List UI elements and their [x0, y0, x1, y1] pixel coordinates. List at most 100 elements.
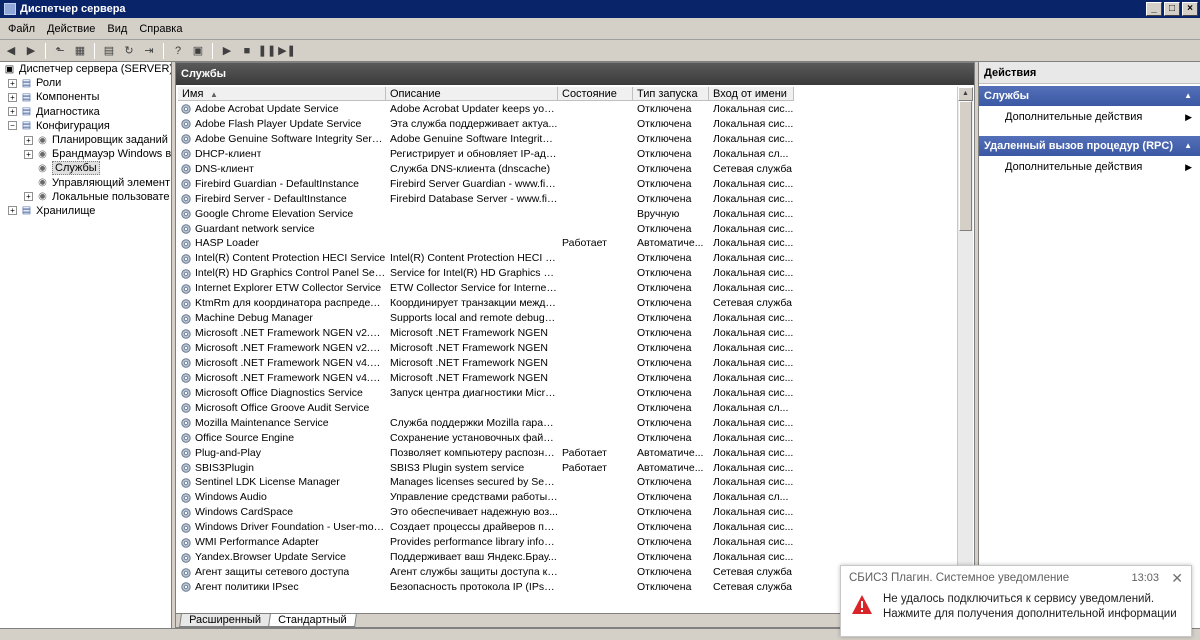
table-row[interactable]: Microsoft .NET Framework NGEN v2.0.50...…: [178, 326, 958, 341]
table-row[interactable]: DHCP-клиент Регистрирует и обновляет IP-а…: [178, 147, 958, 162]
table-row[interactable]: Google Chrome Elevation Service Вручную Ло…: [178, 207, 958, 222]
tree-item[interactable]: + ◉ Брандмауэр Windows в ре: [0, 147, 171, 161]
menu-file[interactable]: Файл: [2, 23, 41, 35]
menu-action[interactable]: Действие: [41, 23, 101, 35]
table-row[interactable]: Yandex.Browser Update Service Поддерживае…: [178, 550, 958, 565]
table-row[interactable]: Microsoft Office Diagnostics Service Запу…: [178, 386, 958, 401]
table-row[interactable]: Mozilla Maintenance Service Служба поддер…: [178, 416, 958, 431]
table-row[interactable]: Adobe Flash Player Update Service Эта слу…: [178, 117, 958, 132]
stop-icon[interactable]: ■: [238, 42, 256, 60]
expand-toggle-icon[interactable]: −: [8, 121, 17, 131]
table-row[interactable]: KtmRm для координатора распределен... Коо…: [178, 296, 958, 311]
table-row[interactable]: DNS-клиент Служба DNS-клиента (dnscache) О…: [178, 162, 958, 177]
tree-item[interactable]: + ▤ Компоненты: [0, 90, 171, 104]
vertical-scrollbar[interactable]: ▲ ▼: [957, 87, 973, 597]
expand-toggle-icon[interactable]: +: [8, 107, 17, 117]
start-icon[interactable]: ▶: [218, 42, 236, 60]
mmc-icon[interactable]: ▣: [189, 42, 207, 60]
scroll-thumb[interactable]: [959, 101, 972, 231]
expand-toggle-icon[interactable]: +: [8, 78, 17, 88]
service-description: Запуск центра диагностики Micro...: [390, 386, 558, 399]
tree-item[interactable]: + ▤ Хранилище: [0, 204, 171, 218]
column-startup-type[interactable]: Тип запуска: [633, 87, 709, 101]
close-icon[interactable]: ✕: [1171, 570, 1183, 587]
actions-section-rpc[interactable]: Удаленный вызов процедур (RPC) ▲: [979, 136, 1200, 156]
minimize-button[interactable]: _: [1146, 2, 1162, 16]
tree-item[interactable]: ◉ Службы: [0, 161, 171, 176]
column-description[interactable]: Описание: [386, 87, 558, 101]
tree-item[interactable]: + ▤ Роли: [0, 76, 171, 90]
table-row[interactable]: Guardant network service Отключена Локальн…: [178, 222, 958, 237]
tab-extended[interactable]: Расширенный: [179, 614, 271, 627]
restart-icon[interactable]: ▶❚: [278, 42, 296, 60]
service-gear-icon: [181, 104, 191, 115]
tree-root[interactable]: ▣ Диспетчер сервера (SERVER): [0, 62, 171, 76]
tree-item[interactable]: + ◉ Локальные пользовате: [0, 190, 171, 204]
service-name-cell: Adobe Flash Player Update Service: [178, 117, 386, 132]
up-folder-icon[interactable]: ⬑: [51, 42, 69, 60]
expand-toggle-icon[interactable]: +: [24, 192, 33, 202]
table-row[interactable]: Microsoft .NET Framework NGEN v4.0.30...…: [178, 371, 958, 386]
collapse-icon[interactable]: ▲: [1184, 141, 1192, 150]
expand-toggle-icon[interactable]: +: [24, 149, 33, 159]
back-icon[interactable]: ◀: [2, 42, 20, 60]
properties-icon[interactable]: ▤: [100, 42, 118, 60]
service-startup-type: Отключена: [637, 327, 692, 340]
table-row[interactable]: Windows Audio Управление средствами работ…: [178, 490, 958, 505]
column-logon-as[interactable]: Вход от имени: [709, 87, 794, 101]
table-row[interactable]: HASP Loader Работает Автоматиче... Локальна…: [178, 236, 958, 251]
export-icon[interactable]: ⇥: [140, 42, 158, 60]
table-row[interactable]: Microsoft .NET Framework NGEN v2.0.50...…: [178, 341, 958, 356]
service-startup-type: Отключена: [637, 431, 692, 444]
service-startup-type: Вручную: [637, 207, 680, 220]
table-row[interactable]: WMI Performance Adapter Provides performa…: [178, 535, 958, 550]
expand-toggle-icon[interactable]: +: [8, 92, 17, 102]
refresh-icon[interactable]: ↻: [120, 42, 138, 60]
tree-item[interactable]: ◉ Управляющий элемент W: [0, 176, 171, 190]
actions-section-services[interactable]: Службы ▲: [979, 86, 1200, 106]
pause-icon[interactable]: ❚❚: [258, 42, 276, 60]
more-actions-rpc[interactable]: Дополнительные действия ▶: [979, 156, 1200, 178]
notification-toast[interactable]: СБИС3 Плагин. Системное уведомление 13:0…: [840, 565, 1192, 637]
service-logon: Локальная сис...: [713, 476, 794, 489]
maximize-button[interactable]: □: [1164, 2, 1180, 16]
menu-view[interactable]: Вид: [101, 23, 133, 35]
service-name: KtmRm для координатора распределен...: [195, 297, 386, 310]
service-description: Поддерживает ваш Яндекс.Брау...: [390, 551, 557, 564]
table-row[interactable]: Sentinel LDK License Manager Manages lice…: [178, 475, 958, 490]
expand-toggle-icon[interactable]: +: [8, 206, 17, 216]
scroll-up-icon[interactable]: ▲: [958, 87, 973, 101]
table-row[interactable]: Intel(R) Content Protection HECI Service…: [178, 251, 958, 266]
tree-item[interactable]: + ▤ Диагностика: [0, 105, 171, 119]
expand-toggle-icon[interactable]: +: [24, 135, 33, 145]
collapse-icon[interactable]: ▲: [1184, 91, 1192, 100]
show-tree-icon[interactable]: ▦: [71, 42, 89, 60]
table-row[interactable]: SBIS3Plugin SBIS3 Plugin system service Ра…: [178, 461, 958, 476]
service-description: Adobe Acrobat Updater keeps your...: [390, 103, 558, 115]
table-row[interactable]: Windows CardSpace Это обеспечивает надежн…: [178, 505, 958, 520]
forward-icon[interactable]: ▶: [22, 42, 40, 60]
close-button[interactable]: ×: [1182, 2, 1198, 16]
table-row[interactable]: Adobe Acrobat Update Service Adobe Acroba…: [178, 102, 958, 117]
column-name[interactable]: Имя ▲: [178, 87, 386, 101]
table-row[interactable]: Microsoft .NET Framework NGEN v4.0.30...…: [178, 356, 958, 371]
table-row[interactable]: Adobe Genuine Software Integrity Service…: [178, 132, 958, 147]
table-row[interactable]: Firebird Server - DefaultInstance Firebir…: [178, 192, 958, 207]
table-row[interactable]: Microsoft Office Groove Audit Service Отк…: [178, 401, 958, 416]
more-actions-services[interactable]: Дополнительные действия ▶: [979, 106, 1200, 128]
table-row[interactable]: Internet Explorer ETW Collector Service E…: [178, 281, 958, 296]
table-row[interactable]: Firebird Guardian - DefaultInstance Fireb…: [178, 177, 958, 192]
help-icon[interactable]: ?: [169, 42, 187, 60]
menu-help[interactable]: Справка: [133, 23, 188, 35]
tab-standard[interactable]: Стандартный: [268, 614, 357, 627]
table-row[interactable]: Machine Debug Manager Supports local and …: [178, 311, 958, 326]
table-row[interactable]: Office Source Engine Сохранение установоч…: [178, 431, 958, 446]
service-state: [558, 147, 633, 162]
service-name: Intel(R) Content Protection HECI Service: [195, 252, 386, 265]
tree-item[interactable]: + ◉ Планировщик заданий: [0, 133, 171, 147]
table-row[interactable]: Windows Driver Foundation - User-mode ..…: [178, 520, 958, 535]
table-row[interactable]: Plug-and-Play Позволяет компьютеру распоз…: [178, 446, 958, 461]
column-state[interactable]: Состояние: [558, 87, 633, 101]
tree-item[interactable]: − ▤ Конфигурация: [0, 119, 171, 133]
table-row[interactable]: Intel(R) HD Graphics Control Panel Servi…: [178, 266, 958, 281]
